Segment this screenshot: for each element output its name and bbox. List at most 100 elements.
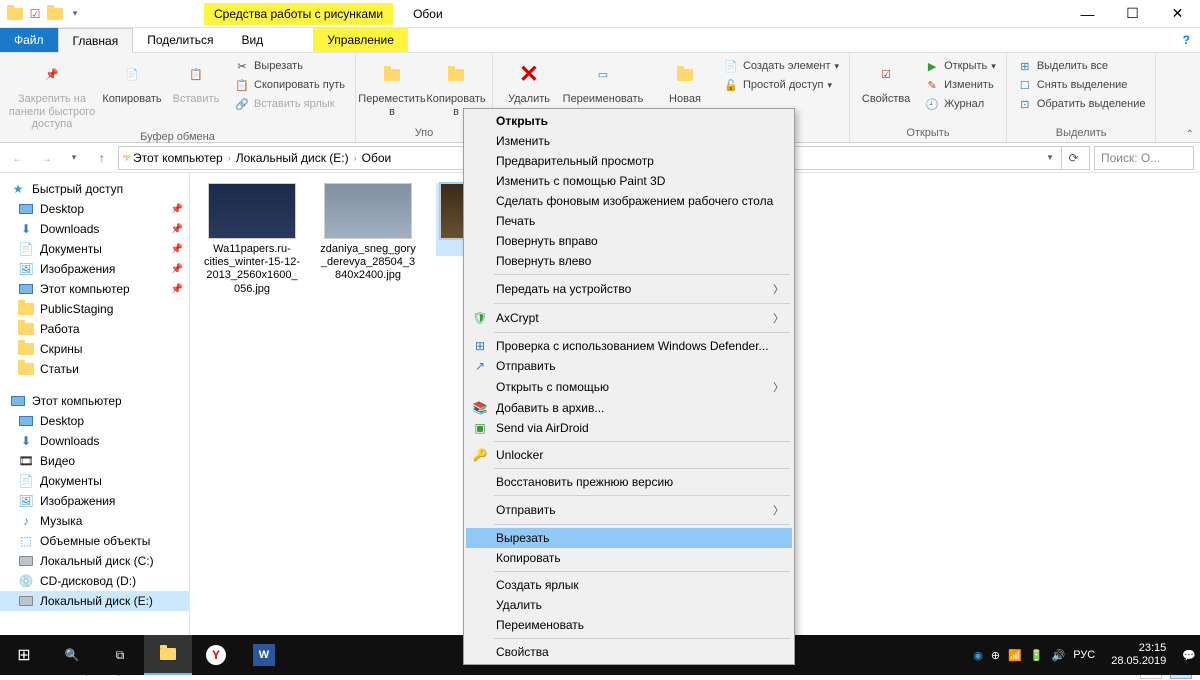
sidebar-3dobjects[interactable]: ⬚Объемные объекты [0,531,189,551]
ctx-open-with[interactable]: Открыть с помощью〉 [466,376,792,398]
ctx-share[interactable]: ↗Отправить [466,356,792,376]
refresh-button[interactable]: ⟳ [1061,147,1085,169]
start-button[interactable]: ⊞ [0,635,48,675]
invert-selection-button[interactable]: ⊡Обратить выделение [1013,95,1150,113]
sidebar-quick-access[interactable]: ★Быстрый доступ [0,179,189,199]
sidebar-drive-c[interactable]: Локальный диск (C:) [0,551,189,571]
tray-lang-icon[interactable]: ⊕ [991,649,1000,662]
ctx-unlocker[interactable]: 🔑Unlocker [466,445,792,465]
pin-to-quickaccess-button[interactable]: 📌 Закрепить на панели быстрого доступа [6,55,98,131]
tab-share[interactable]: Поделиться [133,28,227,52]
sidebar-pictures2[interactable]: 🖼Изображения [0,491,189,511]
sidebar-articles[interactable]: Статьи [0,359,189,379]
sidebar-drive-e[interactable]: Локальный диск (E:) [0,591,189,611]
delete-button[interactable]: ✕ Удалить [499,55,559,106]
ctx-shortcut[interactable]: Создать ярлык [466,575,792,595]
history-button[interactable]: 🕘Журнал [920,95,1000,113]
ctx-restore[interactable]: Восстановить прежнюю версию [466,472,792,492]
ctx-archive[interactable]: 📚Добавить в архив... [466,398,792,418]
sidebar-work[interactable]: Работа [0,319,189,339]
ctx-rotate-right[interactable]: Повернуть вправо [466,231,792,251]
select-all-button[interactable]: ⊞Выделить все [1013,57,1150,75]
taskbar-clock[interactable]: 23:15 28.05.2019 [1103,642,1174,667]
file-item[interactable]: Wa11papers.ru-cities_winter-15-12-2013_2… [204,183,300,296]
sidebar-downloads2[interactable]: ⬇Downloads [0,431,189,451]
address-dropdown-icon[interactable]: ▾ [1041,152,1059,163]
forward-button[interactable]: → [34,146,58,170]
navigation-pane[interactable]: ★Быстрый доступ Desktop📌 ⬇Downloads📌 📄До… [0,173,190,658]
file-item[interactable]: zdaniya_sneg_gory_derevya_28504_3840x240… [320,183,416,283]
ctx-cut[interactable]: Вырезать [466,528,792,548]
ctx-properties[interactable]: Свойства [466,642,792,662]
ctx-edit[interactable]: Изменить [466,131,792,151]
search-button[interactable]: 🔍 [48,635,96,675]
ctx-axcrypt[interactable]: 🛡AxCrypt〉 [466,307,792,329]
tab-file[interactable]: Файл [0,28,58,52]
tray-volume-icon[interactable]: 🔊 [1052,649,1066,662]
taskbar-yandex[interactable]: Y [192,635,240,675]
rename-button[interactable]: ▭ Переименовать [563,55,643,106]
sidebar-documents2[interactable]: 📄Документы [0,471,189,491]
copy-button[interactable]: 📄 Копировать [102,55,162,106]
tab-home[interactable]: Главная [58,28,134,53]
qat-dropdown-icon[interactable]: ▾ [66,5,84,23]
task-view-button[interactable]: ⧉ [96,635,144,675]
up-button[interactable]: ↑ [90,146,114,170]
sidebar-publicstaging[interactable]: PublicStaging [0,299,189,319]
minimize-button[interactable]: — [1065,0,1110,28]
new-item-button[interactable]: 📄Создать элемент ▾ [719,57,843,75]
easy-access-button[interactable]: 🔓Простой доступ ▾ [719,76,843,94]
breadcrumb-seg[interactable]: Обои [359,151,395,165]
sidebar-pictures[interactable]: 🖼Изображения📌 [0,259,189,279]
sidebar-desktop[interactable]: Desktop📌 [0,199,189,219]
ctx-defender[interactable]: ⊞Проверка с использованием Windows Defen… [466,336,792,356]
edit-button[interactable]: ✎Изменить [920,76,1000,94]
copy-path-button[interactable]: 📋Скопировать путь [230,76,349,94]
notifications-icon[interactable]: 💬 [1182,649,1196,662]
taskbar-explorer[interactable] [144,635,192,675]
ctx-rename[interactable]: Переименовать [466,615,792,635]
sidebar-this-pc[interactable]: Этот компьютер [0,391,189,411]
ctx-delete[interactable]: Удалить [466,595,792,615]
tray-app-icon[interactable]: ◉ [973,649,983,662]
ctx-set-wallpaper[interactable]: Сделать фоновым изображением рабочего ст… [466,191,792,211]
select-none-button[interactable]: ☐Снять выделение [1013,76,1150,94]
sidebar-downloads[interactable]: ⬇Downloads📌 [0,219,189,239]
close-button[interactable]: ✕ [1155,0,1200,28]
tab-manage[interactable]: Управление [313,28,408,52]
cut-button[interactable]: ✂Вырезать [230,57,349,75]
taskbar-word[interactable]: W [240,635,288,675]
help-icon[interactable]: ? [1173,28,1200,52]
ctx-airdroid[interactable]: ▣Send via AirDroid [466,418,792,438]
search-input[interactable]: Поиск: О... [1094,146,1194,170]
maximize-button[interactable]: ☐ [1110,0,1155,28]
tray-wifi-icon[interactable]: 📶 [1008,649,1022,662]
tab-view[interactable]: Вид [227,28,277,52]
tray-battery-icon[interactable]: 🔋 [1030,649,1044,662]
back-button[interactable]: ← [6,146,30,170]
ctx-print[interactable]: Печать [466,211,792,231]
sidebar-drive-d[interactable]: 💿CD-дисковод (D:) [0,571,189,591]
move-to-button[interactable]: Переместить в [362,55,422,118]
sidebar-music[interactable]: ♪Музыка [0,511,189,531]
properties-icon[interactable]: ☑ [26,5,44,23]
collapse-ribbon-icon[interactable]: ⌃ [1186,129,1194,140]
recent-dropdown[interactable]: ▾ [62,146,86,170]
ctx-send-to[interactable]: Отправить〉 [466,499,792,521]
new-folder-icon[interactable] [46,5,64,23]
breadcrumb-seg[interactable]: Этот компьютер [130,151,226,165]
properties-button[interactable]: ☑ Свойства [856,55,916,106]
sidebar-this-pc-quick[interactable]: Этот компьютер📌 [0,279,189,299]
paste-shortcut-button[interactable]: 🔗Вставить ярлык [230,95,349,113]
ctx-rotate-left[interactable]: Повернуть влево [466,251,792,271]
breadcrumb-seg[interactable]: Локальный диск (E:) [233,151,352,165]
ctx-open[interactable]: Открыть [466,111,792,131]
sidebar-screenshots[interactable]: Скрины [0,339,189,359]
open-button[interactable]: ▶Открыть ▾ [920,57,1000,75]
sidebar-desktop2[interactable]: Desktop [0,411,189,431]
ctx-cast[interactable]: Передать на устройство〉 [466,278,792,300]
tray-language[interactable]: РУС [1073,649,1095,661]
paste-button[interactable]: 📋 Вставить [166,55,226,106]
sidebar-videos[interactable]: 🎞Видео [0,451,189,471]
ctx-preview[interactable]: Предварительный просмотр [466,151,792,171]
